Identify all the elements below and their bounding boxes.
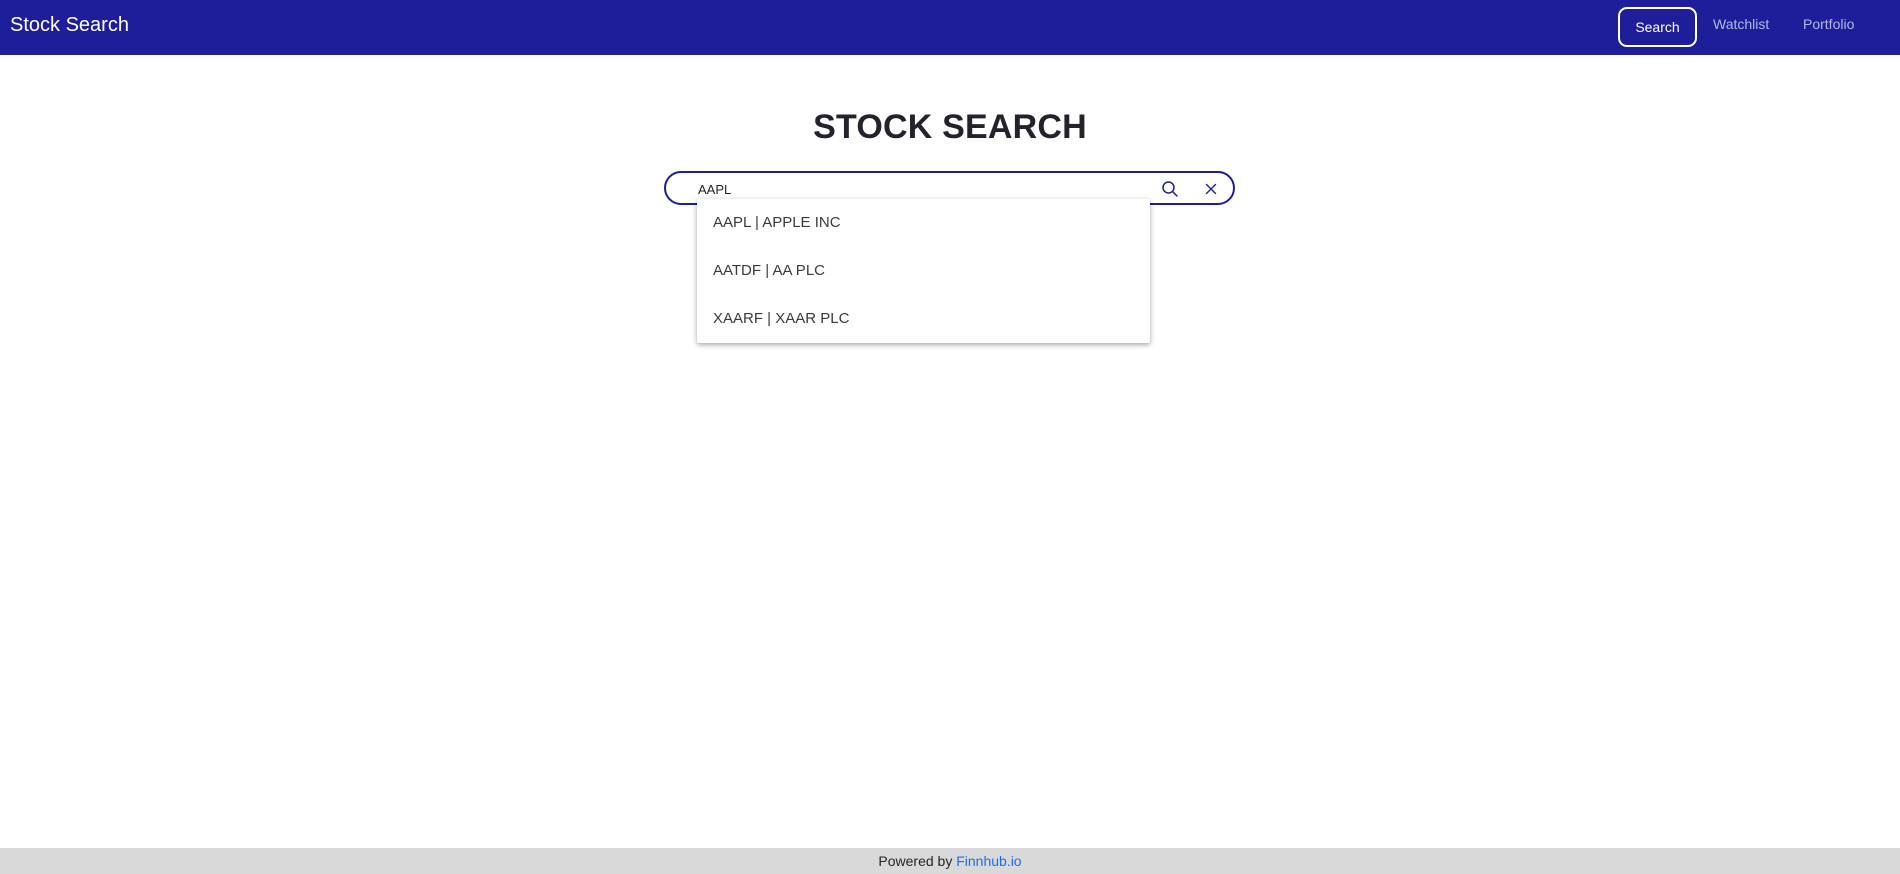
- close-icon[interactable]: [1201, 179, 1221, 199]
- nav-portfolio-link[interactable]: Portfolio: [1803, 16, 1854, 32]
- nav-watchlist-link[interactable]: Watchlist: [1713, 16, 1769, 32]
- suggestion-item[interactable]: AATDF | AA PLC: [697, 247, 1150, 295]
- nav-search-link[interactable]: Search: [1618, 7, 1697, 47]
- finnhub-link[interactable]: Finnhub.io: [956, 853, 1021, 869]
- suggestion-item[interactable]: AAPL | APPLE INC: [697, 199, 1150, 247]
- autocomplete-dropdown: AAPL | APPLE INC AATDF | AA PLC XAARF | …: [697, 199, 1150, 343]
- footer-prefix: Powered by: [878, 853, 957, 869]
- footer: Powered by Finnhub.io: [0, 848, 1900, 874]
- page-title: STOCK SEARCH: [813, 108, 1087, 146]
- brand-title[interactable]: Stock Search: [10, 14, 129, 37]
- search-input[interactable]: [698, 180, 1118, 198]
- suggestion-item[interactable]: XAARF | XAAR PLC: [697, 295, 1150, 343]
- navbar: Stock Search Search Watchlist Portfolio: [0, 0, 1900, 55]
- search-icon[interactable]: [1160, 179, 1180, 199]
